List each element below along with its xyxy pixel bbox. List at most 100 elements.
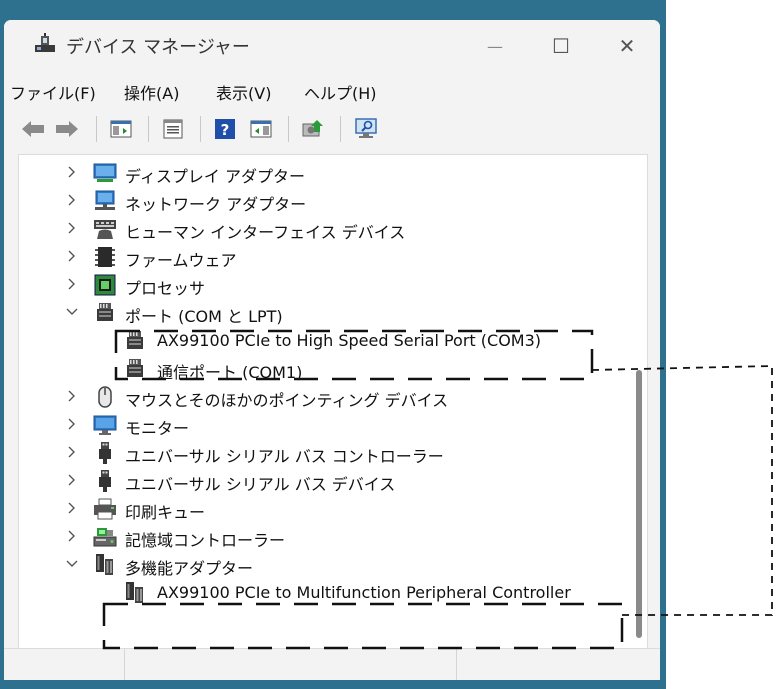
chevron-right-icon[interactable] bbox=[65, 389, 79, 403]
chevron-down-icon[interactable] bbox=[65, 305, 79, 319]
tree-node-usb-controllers[interactable]: ユニバーサル シリアル バス コントローラー bbox=[19, 439, 647, 467]
tree-node-label: ネットワーク アダプター bbox=[125, 195, 307, 214]
printer-icon bbox=[94, 498, 116, 520]
chevron-right-icon[interactable] bbox=[65, 501, 79, 515]
update-driver-button[interactable] bbox=[298, 114, 328, 144]
tree-node-label: ポート (COM と LPT) bbox=[125, 307, 283, 326]
chevron-down-icon[interactable] bbox=[65, 557, 79, 571]
status-bar bbox=[4, 648, 660, 680]
back-arrow-icon bbox=[22, 121, 44, 137]
processor-icon bbox=[94, 274, 116, 296]
tree-node-label: 印刷キュー bbox=[125, 503, 206, 522]
toolbar-separator bbox=[96, 116, 97, 142]
forward-button[interactable] bbox=[52, 114, 82, 144]
menu-bar: ファイル(F) 操作(A) 表示(V) ヘルプ(H) bbox=[4, 72, 660, 108]
usb-icon bbox=[99, 470, 111, 492]
close-button[interactable]: ✕ bbox=[594, 20, 660, 72]
update-driver-icon bbox=[302, 120, 323, 137]
toolbar-separator bbox=[288, 116, 289, 142]
vertical-scrollbar[interactable] bbox=[636, 370, 642, 638]
tree-node-com1[interactable]: 通信ポート (COM1) bbox=[19, 355, 647, 383]
chevron-right-icon[interactable] bbox=[65, 221, 79, 235]
tree-node-label: マウスとそのほかのポインティング デバイス bbox=[125, 391, 449, 410]
properties-button[interactable] bbox=[158, 114, 188, 144]
multifunction-adapter-icon bbox=[96, 554, 113, 575]
tree-node-label: AX99100 PCIe to Multifunction Peripheral… bbox=[157, 583, 571, 602]
chevron-right-icon[interactable] bbox=[65, 417, 79, 431]
mouse-icon bbox=[98, 386, 112, 408]
monitor-icon bbox=[93, 415, 117, 435]
tree-node-mice[interactable]: マウスとそのほかのポインティング デバイス bbox=[19, 383, 647, 411]
back-button[interactable] bbox=[18, 114, 48, 144]
menu-action[interactable]: 操作(A) bbox=[124, 80, 179, 104]
tree-node-ax99100-multifunction-controller[interactable]: AX99100 PCIe to Multifunction Peripheral… bbox=[19, 579, 647, 607]
tree-node-network-adapters[interactable]: ネットワーク アダプター bbox=[19, 187, 647, 215]
status-bar-divider bbox=[124, 649, 125, 680]
tree-node-label: ユニバーサル シリアル バス コントローラー bbox=[125, 447, 444, 466]
show-hide-console-tree-button[interactable] bbox=[106, 114, 136, 144]
tree-node-label: AX99100 PCIe to High Speed Serial Port (… bbox=[157, 331, 542, 350]
chevron-right-icon[interactable] bbox=[65, 445, 79, 459]
tree-node-ax99100-serial-port[interactable]: AX99100 PCIe to High Speed Serial Port (… bbox=[19, 327, 647, 355]
toolbar-separator bbox=[340, 116, 341, 142]
action-pane-icon bbox=[250, 120, 272, 138]
tree-node-label: 記憶域コントローラー bbox=[125, 531, 286, 550]
menu-view[interactable]: 表示(V) bbox=[216, 80, 271, 104]
tree-node-firmware[interactable]: ファームウェア bbox=[19, 243, 647, 271]
device-manager-icon bbox=[35, 33, 55, 52]
device-tree[interactable]: ディスプレイ アダプター ネットワーク アダプター ヒューマン インターフェイス… bbox=[18, 154, 648, 651]
tree-node-label: ディスプレイ アダプター bbox=[125, 167, 305, 186]
hid-icon bbox=[94, 220, 116, 239]
menu-file[interactable]: ファイル(F) bbox=[10, 80, 96, 104]
tree-node-storage-controllers[interactable]: 記憶域コントローラー bbox=[19, 523, 647, 551]
tree-node-human-interface-devices[interactable]: ヒューマン インターフェイス デバイス bbox=[19, 215, 647, 243]
tree-node-processors[interactable]: プロセッサ bbox=[19, 271, 647, 299]
tree-node-label: プロセッサ bbox=[125, 279, 206, 298]
multifunction-adapter-icon bbox=[126, 582, 143, 603]
show-hide-console-tree-icon bbox=[110, 120, 132, 138]
tree-node-label: ヒューマン インターフェイス デバイス bbox=[125, 223, 406, 242]
usb-icon bbox=[99, 442, 111, 464]
minimize-button[interactable]: — bbox=[462, 20, 528, 72]
status-bar-divider bbox=[456, 649, 457, 680]
chevron-right-icon[interactable] bbox=[65, 165, 79, 179]
chevron-right-icon[interactable] bbox=[65, 193, 79, 207]
tree-node-label: 通信ポート (COM1) bbox=[157, 363, 303, 382]
toolbar-separator bbox=[148, 116, 149, 142]
tree-node-print-queues[interactable]: 印刷キュー bbox=[19, 495, 647, 523]
tree-node-display-adapters[interactable]: ディスプレイ アダプター bbox=[19, 159, 647, 187]
scan-hardware-button[interactable] bbox=[350, 114, 382, 144]
storage-controller-icon bbox=[93, 528, 117, 547]
close-icon: ✕ bbox=[618, 34, 636, 58]
window-title: デバイス マネージャー bbox=[66, 37, 250, 58]
forward-arrow-icon bbox=[56, 121, 78, 137]
port-icon bbox=[97, 303, 113, 321]
maximize-icon: ☐ bbox=[552, 34, 570, 58]
port-icon bbox=[127, 331, 143, 349]
tree-node-label: ユニバーサル シリアル バス デバイス bbox=[125, 475, 396, 494]
minimize-icon: — bbox=[487, 36, 503, 56]
toolbar: ? bbox=[4, 108, 660, 150]
action-pane-button[interactable] bbox=[246, 114, 276, 144]
tree-node-usb-devices[interactable]: ユニバーサル シリアル バス デバイス bbox=[19, 467, 647, 495]
tree-node-ports[interactable]: ポート (COM と LPT) bbox=[19, 299, 647, 327]
chevron-right-icon[interactable] bbox=[65, 473, 79, 487]
properties-icon bbox=[163, 119, 183, 139]
maximize-button[interactable]: ☐ bbox=[528, 20, 594, 72]
chevron-right-icon[interactable] bbox=[65, 249, 79, 263]
scan-hardware-icon bbox=[355, 118, 377, 138]
title-bar[interactable]: デバイス マネージャー — ☐ ✕ bbox=[4, 20, 660, 72]
toolbar-separator bbox=[200, 116, 201, 142]
tree-node-label: ファームウェア bbox=[125, 251, 237, 270]
firmware-icon bbox=[95, 247, 115, 267]
device-manager-window: デバイス マネージャー — ☐ ✕ ファイル(F) 操作(A) 表示(V) ヘル… bbox=[4, 20, 660, 680]
chevron-right-icon[interactable] bbox=[65, 277, 79, 291]
tree-node-label: モニター bbox=[125, 419, 190, 438]
help-icon: ? bbox=[215, 119, 235, 139]
network-adapter-icon bbox=[95, 190, 115, 210]
help-button[interactable]: ? bbox=[210, 114, 240, 144]
menu-help[interactable]: ヘルプ(H) bbox=[304, 80, 377, 104]
tree-node-monitors[interactable]: モニター bbox=[19, 411, 647, 439]
chevron-right-icon[interactable] bbox=[65, 529, 79, 543]
tree-node-multifunction-adapters[interactable]: 多機能アダプター bbox=[19, 551, 647, 579]
